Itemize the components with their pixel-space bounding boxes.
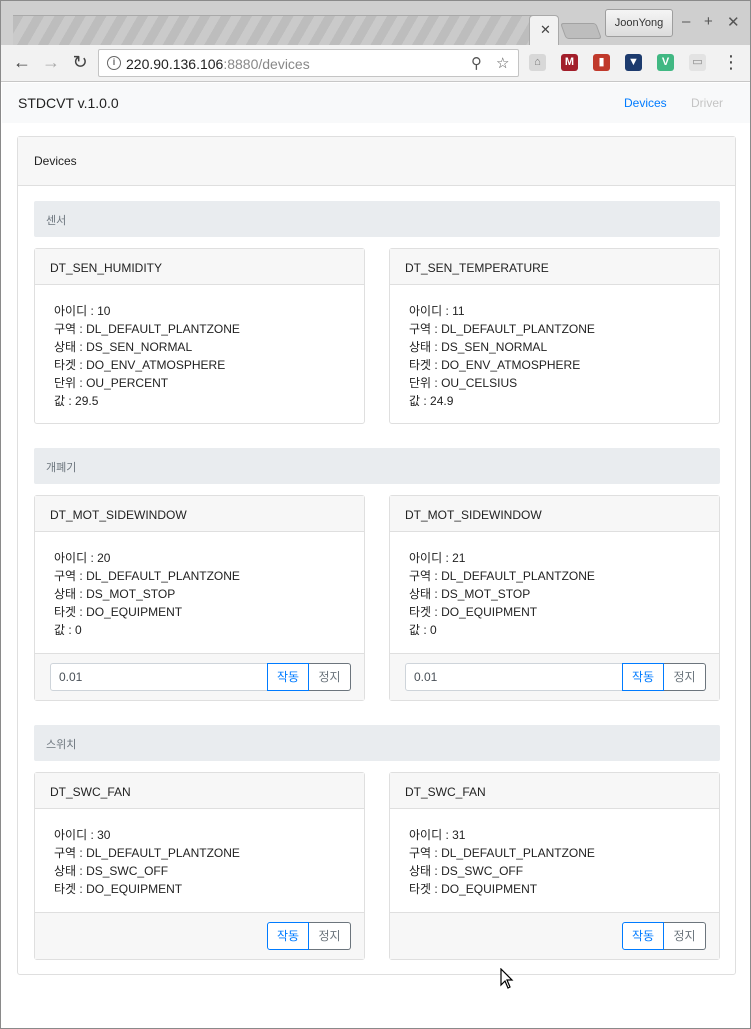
nav-link-devices[interactable]: Devices <box>624 96 667 110</box>
device-status: 상태 : DS_MOT_STOP <box>409 587 531 601</box>
device-card-fan-31: DT_SWC_FAN 아이디 : 31 구역 : DL_DEFAULT_PLAN… <box>389 772 720 960</box>
stop-button[interactable]: 정지 <box>309 663 351 691</box>
stop-button[interactable]: 정지 <box>664 922 706 950</box>
device-target: 타겟 : DO_EQUIPMENT <box>54 882 183 896</box>
device-value: 값 : 24.9 <box>409 394 454 408</box>
device-target: 타겟 : DO_ENV_ATMOSPHERE <box>54 358 226 372</box>
device-name: DT_SEN_HUMIDITY <box>35 249 364 285</box>
section-header-sensor: 센서 <box>34 201 720 237</box>
device-controls: 작동 정지 <box>35 912 364 959</box>
device-name: DT_MOT_SIDEWINDOW <box>390 496 719 532</box>
page-viewport: STDCVT v.1.0.0 Devices Driver Devices 센서… <box>2 83 750 1028</box>
run-button[interactable]: 작동 <box>267 663 309 691</box>
device-unit: 단위 : OU_CELSIUS <box>409 376 518 390</box>
device-name: DT_SWC_FAN <box>35 773 364 809</box>
vue-devtools-icon[interactable]: V <box>657 54 674 71</box>
run-button[interactable]: 작동 <box>267 922 309 950</box>
magnifier-icon[interactable]: ⚲ <box>471 54 482 72</box>
device-target: 타겟 : DO_ENV_ATMOSPHERE <box>409 358 581 372</box>
device-zone: 구역 : DL_DEFAULT_PLANTZONE <box>54 569 240 583</box>
device-value: 값 : 0 <box>54 623 82 637</box>
extension-icon-3[interactable]: ▮ <box>593 54 610 71</box>
maximize-icon[interactable]: + <box>704 13 713 30</box>
device-card-sidewindow-21: DT_MOT_SIDEWINDOW 아이디 : 21 구역 : DL_DEFAU… <box>389 495 720 701</box>
extension-icon-6[interactable]: ▭ <box>689 54 706 71</box>
device-info: 아이디 : 31 구역 : DL_DEFAULT_PLANTZONE 상태 : … <box>390 809 719 898</box>
device-id: 아이디 : 11 <box>409 304 465 318</box>
minimize-icon[interactable]: – <box>682 13 690 30</box>
run-button[interactable]: 작동 <box>622 663 664 691</box>
device-name: DT_MOT_SIDEWINDOW <box>35 496 364 532</box>
device-controls: 작동 정지 <box>390 912 719 959</box>
extension-icon-2[interactable]: M <box>561 54 578 71</box>
device-status: 상태 : DS_MOT_STOP <box>54 587 176 601</box>
device-status: 상태 : DS_SEN_NORMAL <box>54 340 193 354</box>
device-card-temperature: DT_SEN_TEMPERATURE 아이디 : 11 구역 : DL_DEFA… <box>389 248 720 424</box>
run-button[interactable]: 작동 <box>622 922 664 950</box>
device-id: 아이디 : 10 <box>54 304 111 318</box>
device-value: 값 : 29.5 <box>54 394 99 408</box>
browser-toolbar: ← → ↻ i 220.90.136.106:8880/devices ⚲ ☆ … <box>1 45 750 82</box>
motor-value-input[interactable] <box>405 663 623 691</box>
device-zone: 구역 : DL_DEFAULT_PLANTZONE <box>409 569 595 583</box>
device-zone: 구역 : DL_DEFAULT_PLANTZONE <box>54 846 240 860</box>
app-navbar: STDCVT v.1.0.0 Devices Driver <box>2 83 750 123</box>
device-id: 아이디 : 31 <box>409 828 466 842</box>
device-id: 아이디 : 21 <box>409 551 466 565</box>
device-unit: 단위 : OU_PERCENT <box>54 376 169 390</box>
active-tab[interactable]: ✕ <box>529 15 559 46</box>
stop-button[interactable]: 정지 <box>309 922 351 950</box>
device-name: DT_SWC_FAN <box>390 773 719 809</box>
app-brand[interactable]: STDCVT v.1.0.0 <box>18 95 119 111</box>
device-zone: 구역 : DL_DEFAULT_PLANTZONE <box>409 322 595 336</box>
address-bar[interactable]: i 220.90.136.106:8880/devices ⚲ ☆ <box>98 49 519 77</box>
browser-window: ✕ JoonYong – + ✕ ← → ↻ i 220.90.136.106:… <box>0 0 751 1029</box>
device-target: 타겟 : DO_EQUIPMENT <box>54 605 183 619</box>
device-zone: 구역 : DL_DEFAULT_PLANTZONE <box>409 846 595 860</box>
tab-close-icon[interactable]: ✕ <box>540 22 551 38</box>
device-status: 상태 : DS_SEN_NORMAL <box>409 340 548 354</box>
device-id: 아이디 : 20 <box>54 551 111 565</box>
section-header-motor: 개폐기 <box>34 448 720 484</box>
mouse-pointer-icon <box>500 968 514 989</box>
devices-card: Devices 센서 DT_SEN_HUMIDITY 아이디 : 10 구역 :… <box>17 136 736 975</box>
device-id: 아이디 : 30 <box>54 828 111 842</box>
nav-link-driver[interactable]: Driver <box>691 96 723 110</box>
url-text[interactable]: 220.90.136.106:8880/devices <box>126 56 310 72</box>
device-info: 아이디 : 20 구역 : DL_DEFAULT_PLANTZONE 상태 : … <box>35 532 364 639</box>
device-controls: 작동 정지 <box>35 653 364 700</box>
device-name: DT_SEN_TEMPERATURE <box>390 249 719 285</box>
profile-button[interactable]: JoonYong <box>605 9 673 37</box>
device-zone: 구역 : DL_DEFAULT_PLANTZONE <box>54 322 240 336</box>
arrow-left-icon[interactable]: ← <box>10 51 34 75</box>
device-info: 아이디 : 11 구역 : DL_DEFAULT_PLANTZONE 상태 : … <box>390 285 719 410</box>
page-title: Devices <box>18 137 735 186</box>
device-controls: 작동 정지 <box>390 653 719 700</box>
device-info: 아이디 : 10 구역 : DL_DEFAULT_PLANTZONE 상태 : … <box>35 285 364 410</box>
motor-value-input[interactable] <box>50 663 268 691</box>
section-header-switch: 스위치 <box>34 725 720 761</box>
device-info: 아이디 : 21 구역 : DL_DEFAULT_PLANTZONE 상태 : … <box>390 532 719 639</box>
reload-icon[interactable]: ↻ <box>68 51 92 75</box>
stop-button[interactable]: 정지 <box>664 663 706 691</box>
extension-icon-1[interactable]: ⌂ <box>529 54 546 71</box>
info-icon[interactable]: i <box>107 56 121 70</box>
arrow-right-icon[interactable]: → <box>39 51 63 75</box>
device-target: 타겟 : DO_EQUIPMENT <box>409 882 538 896</box>
tab-strip[interactable] <box>13 15 533 45</box>
star-icon[interactable]: ☆ <box>496 54 509 72</box>
device-card-sidewindow-20: DT_MOT_SIDEWINDOW 아이디 : 20 구역 : DL_DEFAU… <box>34 495 365 701</box>
extension-icon-4[interactable]: ▼ <box>625 54 642 71</box>
title-bar: ✕ JoonYong – + ✕ <box>1 1 750 46</box>
close-window-icon[interactable]: ✕ <box>727 13 740 31</box>
device-status: 상태 : DS_SWC_OFF <box>409 864 524 878</box>
device-value: 값 : 0 <box>409 623 437 637</box>
device-target: 타겟 : DO_EQUIPMENT <box>409 605 538 619</box>
kebab-menu-icon[interactable]: ⋮ <box>719 51 743 75</box>
device-info: 아이디 : 30 구역 : DL_DEFAULT_PLANTZONE 상태 : … <box>35 809 364 898</box>
new-tab-button[interactable] <box>560 23 602 39</box>
device-card-fan-30: DT_SWC_FAN 아이디 : 30 구역 : DL_DEFAULT_PLAN… <box>34 772 365 960</box>
device-card-humidity: DT_SEN_HUMIDITY 아이디 : 10 구역 : DL_DEFAULT… <box>34 248 365 424</box>
device-status: 상태 : DS_SWC_OFF <box>54 864 169 878</box>
